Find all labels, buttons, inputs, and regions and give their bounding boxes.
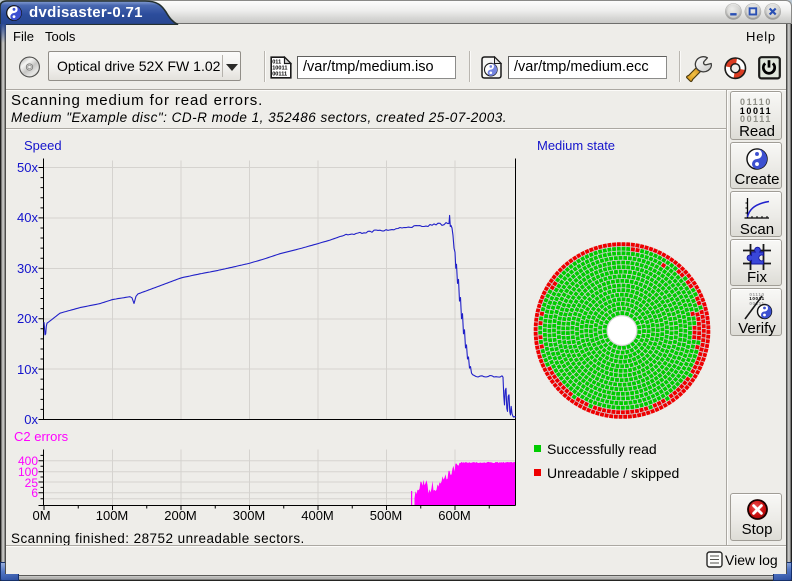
svg-text:00111: 00111 (272, 72, 287, 78)
